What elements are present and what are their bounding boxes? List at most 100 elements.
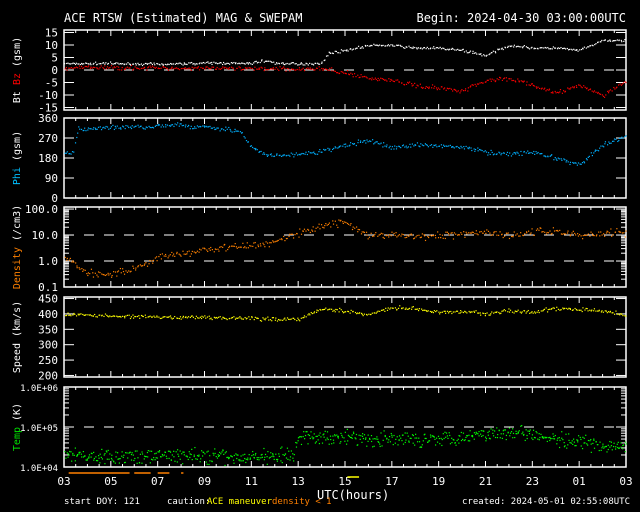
data-point-bz — [607, 90, 609, 93]
data-point-temp — [492, 432, 494, 434]
data-point-bz — [117, 69, 119, 71]
data-point-bz — [103, 68, 105, 70]
data-point-bt — [124, 63, 126, 65]
data-point-bz — [342, 71, 344, 73]
data-point-speed — [191, 315, 193, 317]
data-point-density — [72, 260, 74, 262]
data-point-speed — [118, 316, 120, 318]
data-point-temp — [424, 433, 426, 435]
data-point-density — [355, 226, 358, 228]
data-point-temp — [97, 455, 100, 457]
data-point-speed — [249, 318, 251, 321]
data-point-bz — [253, 69, 255, 71]
data-point-density — [168, 255, 170, 257]
data-point-phi — [217, 127, 219, 129]
data-point-bt — [135, 62, 137, 65]
data-point-temp — [437, 435, 440, 437]
data-point-temp — [125, 452, 127, 454]
data-point-bz — [338, 72, 341, 75]
data-point-phi — [580, 163, 582, 165]
data-point-phi — [380, 142, 382, 144]
data-point-temp — [230, 455, 232, 457]
data-point-density — [332, 220, 334, 222]
data-point-density — [66, 259, 68, 261]
data-point-temp — [182, 451, 184, 453]
data-point-temp — [326, 431, 329, 433]
data-point-temp — [434, 438, 436, 440]
data-point-temp — [227, 456, 229, 458]
data-point-bt — [366, 44, 368, 47]
data-point-speed — [205, 317, 207, 319]
data-point-bt — [570, 48, 572, 50]
data-point-temp — [508, 427, 511, 429]
data-point-temp — [372, 446, 374, 448]
data-point-phi — [456, 145, 458, 148]
data-point-bz — [321, 67, 323, 70]
data-point-bt — [295, 63, 297, 65]
data-point-density — [114, 271, 117, 273]
data-point-bz — [496, 78, 498, 80]
data-point-bz — [364, 75, 366, 78]
data-point-temp — [177, 449, 179, 451]
data-point-bt — [233, 61, 235, 64]
data-point-speed — [436, 310, 438, 312]
data-point-speed — [347, 310, 350, 313]
data-point-temp — [489, 438, 491, 440]
data-point-bz — [377, 77, 379, 80]
data-point-phi — [143, 128, 145, 130]
data-point-speed — [499, 313, 501, 315]
data-point-bt — [162, 64, 164, 66]
data-point-density — [530, 232, 532, 234]
data-point-phi — [575, 162, 577, 164]
data-point-speed — [331, 308, 333, 310]
data-point-temp — [623, 444, 625, 446]
data-point-temp — [614, 448, 617, 450]
data-point-temp — [280, 460, 282, 462]
data-point-phi — [530, 152, 532, 154]
data-point-phi — [223, 129, 225, 131]
data-point-speed — [406, 308, 408, 310]
data-point-density — [395, 232, 397, 234]
data-point-speed — [614, 313, 616, 315]
data-point-bz — [219, 68, 221, 70]
data-point-density — [97, 271, 100, 273]
data-point-temp — [254, 454, 256, 456]
data-point-phi — [384, 145, 386, 147]
data-point-speed — [156, 315, 158, 317]
data-point-bz — [350, 72, 352, 74]
data-point-temp — [69, 450, 71, 453]
data-point-bt — [222, 63, 224, 66]
data-point-speed — [473, 311, 476, 313]
data-point-temp — [153, 457, 155, 459]
data-point-bt — [264, 60, 267, 62]
data-point-temp — [471, 434, 474, 437]
data-point-bz — [388, 78, 390, 80]
data-point-phi — [389, 145, 391, 147]
data-point-density — [336, 224, 338, 226]
data-point-temp — [209, 455, 211, 457]
data-point-speed — [200, 317, 203, 320]
data-point-speed — [580, 309, 582, 311]
data-point-bt — [209, 62, 212, 64]
data-point-speed — [307, 314, 309, 316]
data-point-temp — [625, 443, 627, 445]
data-point-density — [544, 231, 546, 233]
data-point-speed — [182, 317, 184, 319]
data-point-speed — [130, 316, 132, 318]
data-point-density — [156, 260, 158, 262]
data-point-density — [76, 265, 78, 267]
data-point-bt — [117, 62, 119, 64]
data-point-speed — [584, 309, 586, 311]
data-point-density — [165, 255, 167, 257]
data-point-bt — [332, 52, 334, 55]
data-point-density — [64, 256, 66, 259]
data-point-phi — [419, 146, 421, 148]
data-point-temp — [260, 457, 262, 459]
data-point-bz — [420, 86, 423, 88]
data-point-density — [71, 261, 73, 263]
data-point-temp — [258, 457, 260, 459]
x-tick-label: 05 — [104, 475, 117, 488]
data-point-speed — [484, 315, 486, 317]
data-point-speed — [290, 318, 292, 320]
data-point-bt — [218, 62, 220, 65]
